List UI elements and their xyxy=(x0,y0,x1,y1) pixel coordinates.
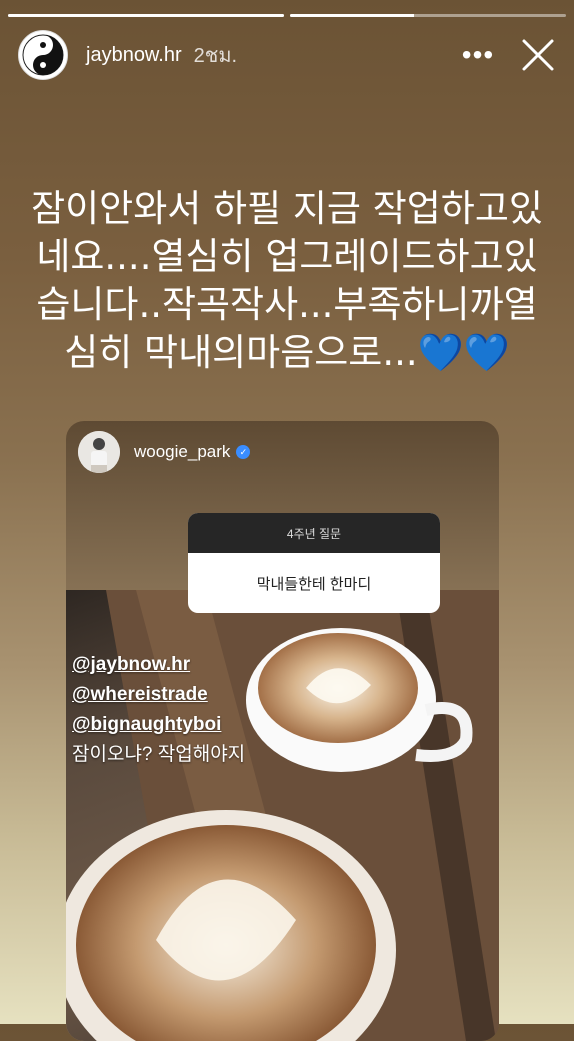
story-progress xyxy=(8,14,566,17)
shared-user-avatar xyxy=(78,431,120,473)
avatar[interactable] xyxy=(18,30,68,80)
shared-story-card[interactable]: woogie_park ✓ 4주년 질문 막내들한테 한마디 @jaybnow.… xyxy=(66,421,499,1041)
question-sticker[interactable]: 4주년 질문 막내들한테 한마디 xyxy=(188,513,440,613)
close-button[interactable] xyxy=(516,33,560,77)
more-options-icon[interactable]: ••• xyxy=(458,35,498,75)
verified-badge-icon: ✓ xyxy=(236,445,251,459)
question-title: 4주년 질문 xyxy=(188,513,440,553)
progress-segment-1 xyxy=(8,14,284,17)
story-timestamp: 2ชม. xyxy=(193,45,238,67)
yin-yang-icon xyxy=(22,34,64,76)
mention-link[interactable]: @jaybnow.hr xyxy=(72,650,245,680)
shared-story-user[interactable]: woogie_park ✓ xyxy=(78,431,251,473)
story-username[interactable]: jaybnow.hr xyxy=(86,44,182,67)
story-caption: 잠이안와서 하필 지금 작업하고있네요....열심히 업그레이드하고있습니다..… xyxy=(30,185,544,377)
mention-link[interactable]: @whereistrade xyxy=(72,680,245,710)
question-text: 막내들한테 한마디 xyxy=(256,575,372,593)
blue-heart-emoji: 💙💙 xyxy=(417,331,510,374)
reply-text: 잠이오냐? 작업해야지 xyxy=(72,744,246,765)
mention-link[interactable]: @bignaughtyboi xyxy=(72,710,245,740)
progress-segment-2 xyxy=(290,14,566,17)
close-icon xyxy=(522,39,554,71)
shared-username[interactable]: woogie_park xyxy=(134,442,230,462)
story-header: jaybnow.hr 2ชม. ••• xyxy=(18,30,560,80)
mention-block: @jaybnow.hr @whereistrade @bignaughtyboi… xyxy=(72,650,245,770)
